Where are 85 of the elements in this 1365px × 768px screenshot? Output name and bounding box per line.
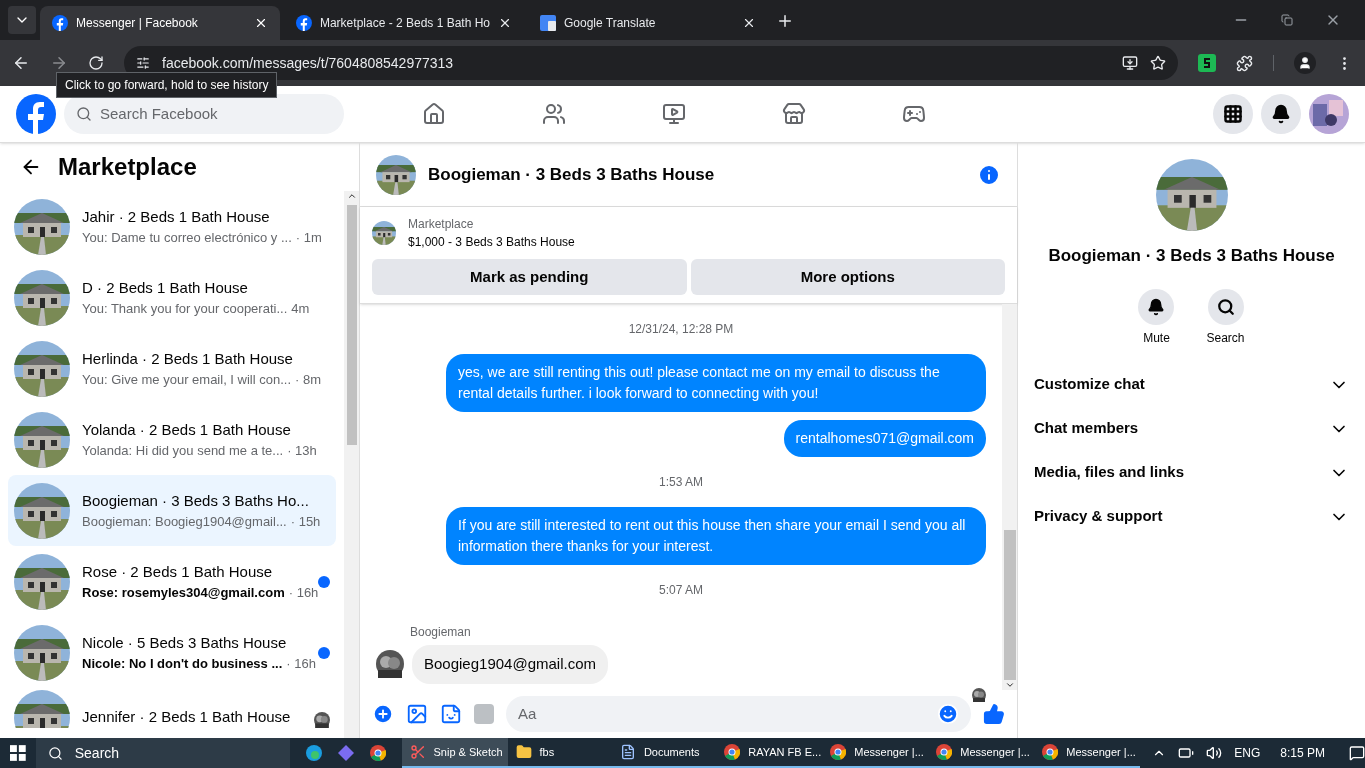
message-time: 4m bbox=[291, 300, 310, 318]
app-label: fbs bbox=[539, 744, 555, 760]
sender-name: Boogieman bbox=[410, 624, 472, 641]
details-section[interactable]: Customize chat bbox=[1034, 362, 1349, 407]
app-label: Messenger |... bbox=[960, 744, 1030, 760]
message-time: · 8m bbox=[295, 371, 322, 389]
message-time: · 15h bbox=[290, 513, 321, 531]
section-label: Privacy & support bbox=[1034, 506, 1163, 527]
action-label: Search bbox=[1206, 329, 1245, 347]
app-label: Snip & Sketch bbox=[433, 744, 503, 760]
conversation-name: Nicole · 5 Beds 3 Baths House bbox=[82, 632, 288, 653]
details-title: Boogieman · 3 Beds 3 Baths House bbox=[1048, 245, 1335, 267]
conversation-item[interactable]: Jahir · 2 Beds 1 Bath House You: Dame tu correo electrónico y ... · 1m bbox=[8, 191, 336, 262]
chat-title: Boogieman · 3 Beds 3 Baths House bbox=[428, 163, 716, 186]
conversation-name: D · 2 Beds 1 Bath House bbox=[82, 277, 249, 298]
conversation-name: Boogieman · 3 Beds 3 Baths Ho... bbox=[82, 490, 310, 511]
message-preview: You: Thank you for your cooperati... bbox=[82, 300, 288, 318]
taskbar-app[interactable]: Messenger |... bbox=[1034, 738, 1141, 768]
taskbar-app[interactable]: Messenger |... bbox=[928, 738, 1035, 768]
taskbar-app[interactable]: Documents bbox=[611, 738, 717, 768]
app-label: RAYAN FB E... bbox=[748, 744, 822, 760]
clock[interactable]: 8:15 PM bbox=[1280, 744, 1325, 762]
address-bar[interactable]: facebook.com/messages/t/7604808542977313 bbox=[124, 46, 1178, 80]
taskbar-app[interactable]: Messenger |... bbox=[822, 738, 929, 768]
conversation-name: Rose · 2 Beds 1 Bath House bbox=[82, 561, 274, 582]
browser-tab[interactable]: Google Translate bbox=[528, 6, 768, 40]
browser-tab[interactable]: Marketplace - 2 Beds 1 Bath Ho bbox=[284, 6, 524, 40]
taskbar-app[interactable]: Snip & Sketch bbox=[401, 738, 508, 768]
search-field[interactable]: Search Facebook bbox=[64, 94, 344, 134]
sent-message: yes, we are still renting this out! please contact me on my email to discuss the rental details further. i look forward to connecting with you! bbox=[446, 354, 986, 412]
received-message: Boogieg1904@gmail.com bbox=[412, 645, 608, 684]
section-label: Media, files and links bbox=[1034, 462, 1185, 483]
action-button[interactable]: More options bbox=[690, 259, 1005, 295]
message-preview: You: Give me your email, I will con... bbox=[82, 371, 292, 389]
sent-message: rentalhomes071@gmail.com bbox=[783, 420, 986, 457]
timestamp: 5:07 AM bbox=[659, 582, 703, 599]
message-time: · 1m bbox=[295, 229, 322, 247]
address-text: facebook.com/messages/t/7604808542977313 bbox=[162, 53, 455, 73]
listing-label: Marketplace bbox=[408, 216, 475, 233]
message-placeholder: Aa bbox=[518, 703, 538, 724]
action-label: Mute bbox=[1143, 329, 1170, 347]
details-section[interactable]: Media, files and links bbox=[1034, 450, 1349, 495]
message-time: · 13h bbox=[287, 442, 317, 460]
tab-title: Marketplace - 2 Beds 1 Bath Ho bbox=[319, 15, 491, 32]
details-section[interactable]: Chat members bbox=[1034, 406, 1349, 451]
message-preview: You: Dame tu correo electrónico y ... bbox=[82, 229, 292, 247]
message-field[interactable]: Aa bbox=[506, 696, 971, 732]
conversation-name: Jahir · 2 Beds 1 Bath House bbox=[82, 206, 271, 227]
conversation-item[interactable]: Boogieman · 3 Beds 3 Baths Ho... Boogieman: Boogieg1904@gmail... · 15h bbox=[8, 475, 336, 546]
taskbar-app[interactable]: RAYAN FB E... bbox=[716, 738, 823, 768]
conversation-name: Yolanda · 2 Beds 1 Bath House bbox=[82, 419, 292, 440]
conversation-item[interactable]: Nicole · 5 Beds 3 Baths House Nicole: No I don't do business ... · 16h bbox=[8, 617, 336, 688]
action-button[interactable]: Mark as pending bbox=[372, 259, 687, 295]
conversation-item[interactable]: D · 2 Beds 1 Bath House You: Thank you for your cooperati... 4m bbox=[8, 262, 336, 333]
tab-title: Google Translate bbox=[564, 15, 657, 32]
conversation-item[interactable]: Yolanda · 2 Beds 1 Bath House Yolanda: Hi did you send me a te... · 13h bbox=[8, 404, 336, 475]
message-preview: Yolanda: Hi did you send me a te... bbox=[82, 442, 284, 460]
conversation-name: Herlinda · 2 Beds 1 Bath House bbox=[82, 348, 294, 369]
sidebar-title: Marketplace bbox=[58, 152, 197, 182]
message-preview: Nicole: No I don't do business ... bbox=[82, 655, 283, 673]
sent-message: If you are still interested to rent out this house then share your email I send you all information there thanks for your interest. bbox=[446, 507, 986, 565]
message-time: · 16h bbox=[286, 655, 316, 673]
conversation-item[interactable]: Rose · 2 Beds 1 Bath House Rose: rosemyles304@gmail.com · 16h bbox=[8, 546, 336, 617]
app-label: Messenger |... bbox=[1066, 744, 1136, 760]
message-preview: Boogieman: Boogieg1904@gmail... bbox=[82, 513, 287, 531]
tab-title: Messenger | Facebook bbox=[76, 15, 199, 32]
language-indicator[interactable]: ENG bbox=[1234, 744, 1261, 762]
message-preview: Rose: rosemyles304@gmail.com bbox=[82, 584, 285, 602]
app-label: Documents bbox=[643, 744, 700, 760]
app-label: Messenger |... bbox=[854, 744, 924, 760]
details-section[interactable]: Privacy & support bbox=[1034, 494, 1349, 539]
search-placeholder: Search bbox=[74, 743, 120, 763]
timestamp: 1:53 AM bbox=[659, 474, 703, 491]
taskbar-app[interactable]: fbs bbox=[507, 738, 612, 768]
browser-tab[interactable]: Messenger | Facebook bbox=[40, 6, 280, 40]
tooltip: Click to go forward, hold to see history bbox=[56, 72, 278, 98]
section-label: Chat members bbox=[1034, 418, 1139, 439]
message-time: · 16h bbox=[288, 584, 319, 602]
conversation-name: Jennifer · 2 Beds 1 Bath House bbox=[82, 706, 292, 727]
listing-title: $1,000 - 3 Beds 3 Baths House bbox=[408, 234, 575, 251]
section-label: Customize chat bbox=[1034, 374, 1145, 395]
timestamp: 12/31/24, 12:28 PM bbox=[628, 321, 734, 338]
conversation-item[interactable]: Herlinda · 2 Beds 1 Bath House You: Give me your email, I will con... · 8m bbox=[8, 333, 336, 404]
search-placeholder: Search Facebook bbox=[100, 103, 218, 124]
taskbar-search[interactable]: Search bbox=[35, 738, 290, 768]
